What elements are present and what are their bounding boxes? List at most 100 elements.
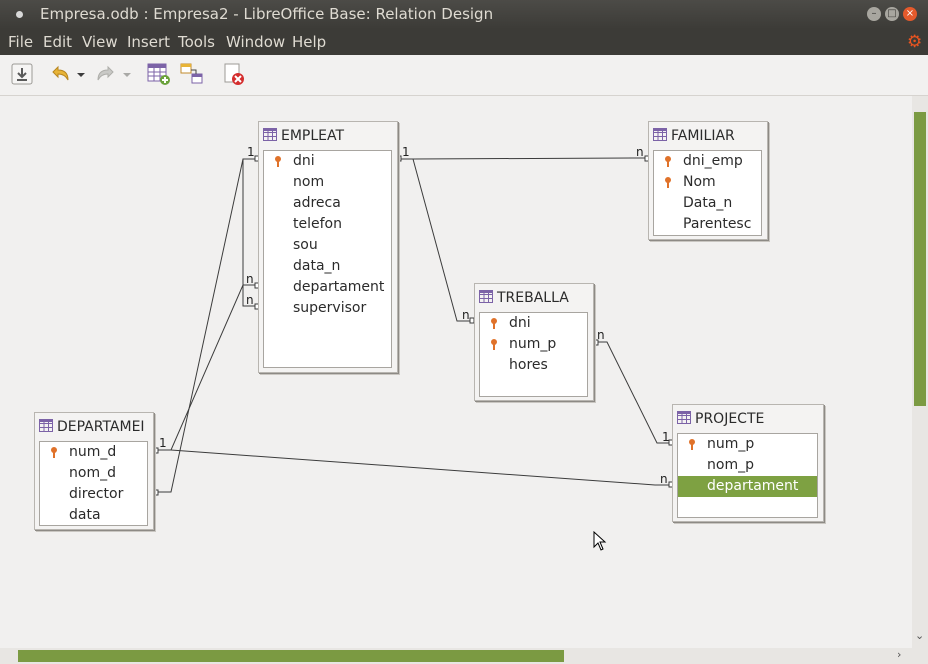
horizontal-scroll-thumb[interactable] (18, 650, 564, 662)
cardinality-label: 1 (402, 145, 410, 159)
field-departament[interactable]: departament (264, 277, 391, 298)
relation-endpoint (153, 447, 159, 454)
table-icon (653, 128, 667, 141)
field-dni[interactable]: dni (480, 313, 587, 334)
relation-line (157, 158, 257, 493)
table-icon (479, 290, 493, 303)
cardinality-label: 1 (247, 145, 255, 159)
field-num-p[interactable]: num_p (678, 434, 817, 455)
menu-edit[interactable]: Edit (43, 33, 72, 51)
field-nom[interactable]: nom (264, 172, 391, 193)
field-num-p[interactable]: num_p (480, 334, 587, 355)
mouse-cursor-icon (593, 531, 607, 551)
cardinality-label: n (462, 308, 470, 322)
table-title[interactable]: PROJECTE (677, 409, 764, 429)
relation-line (157, 284, 257, 451)
primary-key-icon (491, 339, 497, 350)
field-parentesc[interactable]: Parentesc (654, 214, 761, 235)
minimize-button[interactable]: – (867, 7, 881, 21)
relation-lines: 1 n n n 1 1 n 1 n n (153, 145, 674, 496)
relation-line (596, 341, 671, 444)
table-title[interactable]: EMPLEAT (263, 126, 344, 146)
primary-key-icon (51, 447, 57, 458)
close-button[interactable]: × (903, 7, 917, 21)
field-sou[interactable]: sou (264, 235, 391, 256)
horizontal-scrollbar[interactable]: › (0, 648, 928, 664)
scroll-right-icon[interactable]: › (897, 648, 901, 661)
field-data-n[interactable]: data_n (264, 256, 391, 277)
field-nom-d[interactable]: nom_d (40, 463, 147, 484)
redo-dropdown-icon (123, 73, 131, 77)
table-icon (677, 411, 691, 424)
vertical-scrollbar[interactable]: ⌄ (912, 96, 928, 648)
menu-bar: File Edit View Insert Tools Window Help … (0, 29, 928, 55)
table-window-empleat[interactable]: EMPLEAT dni nom adreca telefon sou data_… (258, 121, 398, 373)
menu-view[interactable]: View (82, 33, 118, 51)
undo-icon[interactable] (48, 62, 72, 86)
table-title[interactable]: TREBALLA (479, 288, 569, 308)
field-dni[interactable]: dni (264, 151, 391, 172)
new-relation-icon[interactable] (180, 62, 204, 86)
gear-icon[interactable]: ⚙ (907, 32, 922, 52)
relation-design-canvas[interactable]: 1 n n n 1 1 n 1 n n (0, 96, 912, 648)
field-num-d[interactable]: num_d (40, 442, 147, 463)
table-title[interactable]: FAMILIAR (653, 126, 735, 146)
field-supervisor[interactable]: supervisor (264, 298, 391, 319)
field-hores[interactable]: hores (480, 355, 587, 376)
field-list[interactable]: dni nom adreca telefon sou data_n depart… (263, 150, 392, 368)
primary-key-icon (665, 156, 671, 167)
menu-help[interactable]: Help (292, 33, 326, 51)
table-window-familiar[interactable]: FAMILIAR dni_emp Nom Data_n Parentesc (648, 121, 768, 240)
title-bar: Empresa.odb : Empresa2 - LibreOffice Bas… (0, 0, 928, 29)
primary-key-icon (689, 439, 695, 450)
save-icon[interactable] (10, 62, 34, 86)
field-list[interactable]: dni num_p hores (479, 312, 588, 397)
menu-file[interactable]: File (8, 33, 33, 51)
toolbar (0, 55, 928, 96)
field-nom-p[interactable]: nom_p (678, 455, 817, 476)
primary-key-icon (275, 156, 281, 167)
relation-line (400, 157, 647, 160)
field-adreca[interactable]: adreca (264, 193, 391, 214)
field-list[interactable]: num_d nom_d director data (39, 441, 148, 526)
field-list[interactable]: num_p nom_p departament (677, 433, 818, 518)
table-icon (39, 419, 53, 432)
maximize-button[interactable]: □ (885, 7, 899, 21)
field-telefon[interactable]: telefon (264, 214, 391, 235)
vertical-scroll-thumb[interactable] (914, 112, 926, 406)
relation-line (157, 449, 671, 486)
undo-dropdown-icon[interactable] (74, 62, 88, 86)
add-tables-icon[interactable] (147, 62, 171, 86)
primary-key-icon (665, 177, 671, 188)
table-icon (263, 128, 277, 141)
cardinality-label: n (660, 472, 668, 486)
delete-icon[interactable] (222, 62, 246, 86)
menu-insert[interactable]: Insert (127, 33, 170, 51)
field-director[interactable]: director (40, 484, 147, 505)
menu-window[interactable]: Window (226, 33, 285, 51)
cardinality-label: 1 (159, 436, 167, 450)
cardinality-label: 1 (662, 430, 670, 444)
table-window-treballa[interactable]: TREBALLA dni num_p hores (474, 283, 594, 401)
scroll-down-icon[interactable]: ⌄ (915, 629, 924, 642)
field-nom[interactable]: Nom (654, 172, 761, 193)
cardinality-label: n (246, 293, 254, 307)
field-list[interactable]: dni_emp Nom Data_n Parentesc (653, 150, 762, 236)
primary-key-icon (491, 318, 497, 329)
window-menu-icon[interactable] (16, 11, 23, 18)
redo-icon (97, 65, 114, 81)
table-title[interactable]: DEPARTAMEI (39, 417, 153, 437)
table-window-projecte[interactable]: PROJECTE num_p nom_p departament (672, 404, 824, 522)
window-title: Empresa.odb : Empresa2 - LibreOffice Bas… (40, 5, 494, 23)
field-dni-emp[interactable]: dni_emp (654, 151, 761, 172)
cardinality-label: n (246, 272, 254, 286)
menu-tools[interactable]: Tools (178, 33, 215, 51)
field-departament-selected[interactable]: departament (678, 476, 817, 497)
cardinality-label: n (597, 328, 605, 342)
relation-endpoint (153, 489, 159, 496)
cardinality-label: n (636, 145, 644, 159)
field-data[interactable]: data (40, 505, 147, 526)
relation-line (400, 158, 472, 322)
field-data-n[interactable]: Data_n (654, 193, 761, 214)
table-window-departament[interactable]: DEPARTAMEI num_d nom_d director data (34, 412, 154, 530)
